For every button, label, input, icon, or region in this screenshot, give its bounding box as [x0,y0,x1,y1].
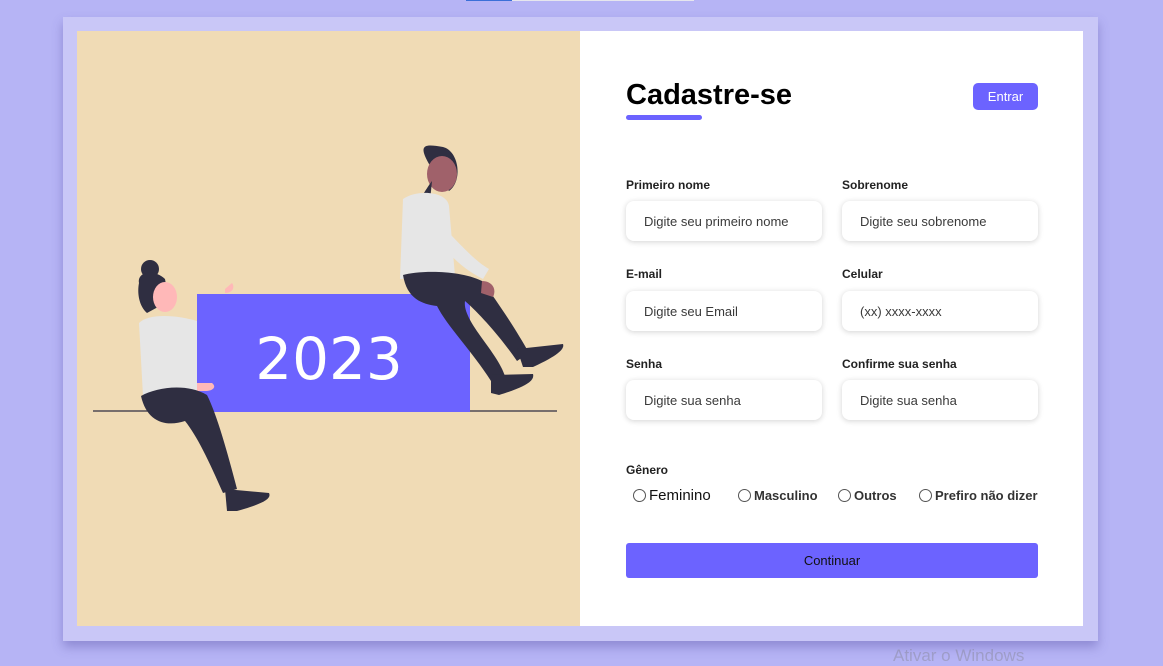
email-input[interactable] [626,291,822,331]
last-name-label: Sobrenome [842,178,909,192]
illustration-panel: 2023 [77,31,580,626]
phone-input[interactable] [842,291,1038,331]
signup-card: 2023 Cadastre-se Entrar Primeiro nome Di… [77,31,1083,626]
gender-option-feminino[interactable]: Feminino [633,486,711,504]
radio-label: Feminino [649,486,711,504]
gender-option-masculino[interactable]: Masculino [738,487,818,503]
gender-label: Gênero [626,463,669,477]
confirm-password-input[interactable] [842,380,1038,420]
continue-button[interactable]: Continuar [626,543,1038,578]
browser-tab-strip [512,0,694,1]
first-name-label: Primeiro nome [626,178,711,192]
phone-label: Celular [842,267,883,281]
people-2023-illustration: 2023 [93,145,564,511]
first-name-input[interactable] [626,201,822,241]
radio-button[interactable] [633,488,646,502]
last-name-input[interactable] [842,201,1038,241]
title-underline [626,115,702,120]
gender-option-outros[interactable]: Outros [838,487,897,503]
radio-label: Prefiro não dizer [935,487,1038,503]
browser-tab-indicator [466,0,512,1]
radio-label: Masculino [754,487,818,503]
login-button[interactable]: Entrar [973,83,1038,110]
confirm-password-label: Confirme sua senha [842,357,957,371]
radio-button[interactable] [738,488,751,502]
page-title: Cadastre-se [626,79,793,111]
gender-option-prefiro-nao-dizer[interactable]: Prefiro não dizer [919,487,1038,503]
password-input[interactable] [626,380,822,420]
signup-form-panel: Cadastre-se Entrar Primeiro nome Sobreno… [580,31,1083,626]
windows-activation-watermark: Ativar o Windows [893,646,1025,665]
password-label: Senha [626,357,663,371]
radio-button[interactable] [838,488,851,502]
year-text: 2023 [255,325,403,393]
radio-label: Outros [854,487,897,503]
email-label: E-mail [626,267,663,281]
radio-button[interactable] [919,488,932,502]
